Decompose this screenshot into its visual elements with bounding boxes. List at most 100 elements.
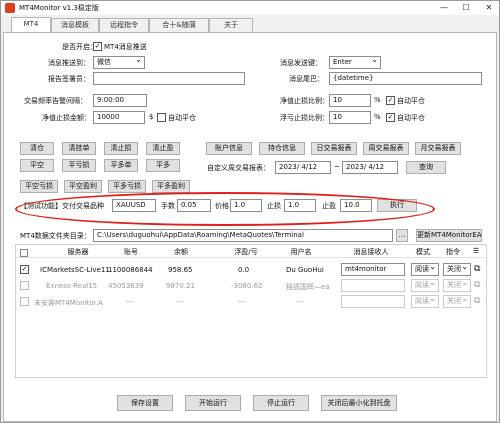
end-date-picker[interactable]: 2023/ 4/12: [342, 161, 398, 174]
net-loss-label: 净值止损金额：: [42, 114, 91, 122]
highlight-ellipse: [15, 192, 435, 226]
row-checkbox[interactable]: [20, 281, 29, 290]
data-dir-input[interactable]: C:\Users\duguohui\AppData\Roaming\MetaQu…: [93, 229, 393, 242]
msg-tail-input[interactable]: {datetime}: [329, 72, 482, 85]
net-auto-checkbox[interactable]: [157, 113, 166, 122]
enable-label: 是否开启：: [62, 43, 97, 51]
clear-pending-button[interactable]: 清挂单: [62, 142, 96, 155]
custom-report-label: 自定义周交易报表：: [207, 164, 270, 172]
update-ea-button[interactable]: 更新MT4MonitorEA: [416, 229, 482, 242]
tab-remote-command[interactable]: 远程指令: [99, 18, 149, 32]
cell-user: ---: [296, 298, 304, 306]
col-server: 服务器: [67, 248, 89, 256]
cell-account: 1100086844: [108, 266, 153, 274]
minimize-to-tray-button[interactable]: 关闭后最小化到托盘: [321, 395, 397, 411]
maximize-icon[interactable]: ☐: [459, 1, 473, 15]
mode-select[interactable]: 阅读: [411, 277, 439, 292]
net-loss-unit: $: [149, 113, 154, 121]
close-all-button[interactable]: 清仓: [20, 142, 54, 155]
cell-user: Du GuoHui: [286, 266, 324, 274]
receiver-input[interactable]: mt4monitor: [341, 263, 405, 276]
data-dir-label: MT4数据文件夹目录：: [20, 232, 91, 240]
msg-tail-label: 消息尾巴：: [289, 75, 324, 83]
col-pnl: 浮盈/亏: [234, 248, 258, 256]
row-edit-icon[interactable]: ⧉: [474, 296, 480, 306]
cell-balance: 9870.21: [166, 282, 195, 290]
close-loss-button[interactable]: 平亏损: [62, 159, 96, 172]
close-icon[interactable]: ✕: [482, 1, 496, 15]
enable-checkbox[interactable]: ✓: [93, 42, 102, 51]
close-long-loss-button[interactable]: 平多亏损: [108, 180, 146, 193]
tab-mt4[interactable]: MT4: [11, 17, 51, 33]
close-long-button[interactable]: 平多: [146, 159, 180, 172]
tab-message-template[interactable]: 消息模板: [51, 18, 99, 32]
weekly-report-button[interactable]: 周交易报表: [363, 142, 409, 155]
receiver-input[interactable]: [341, 279, 405, 292]
row-edit-icon[interactable]: ⧉: [474, 264, 480, 274]
net-auto-label: 自动平仓: [168, 114, 196, 122]
close-long-orders-button[interactable]: 平多单: [104, 159, 138, 172]
col-command: 指令: [446, 248, 460, 256]
close-short-profit-button[interactable]: 平空盈利: [64, 180, 102, 193]
monthly-report-button[interactable]: 月交易报表: [415, 142, 461, 155]
minimize-icon[interactable]: —: [437, 1, 451, 15]
row-edit-icon[interactable]: ⧉: [474, 280, 480, 290]
browse-folder-button[interactable]: ...: [396, 229, 408, 242]
account-info-button[interactable]: 账户信息: [206, 142, 252, 155]
float-auto-checkbox[interactable]: ✓: [386, 113, 395, 122]
title-bar[interactable]: MT4Monitor v1.3稳定版 — ☐ ✕: [1, 1, 499, 15]
select-all-checkbox[interactable]: [20, 249, 28, 257]
float-loss-label: 浮亏止损比例：: [280, 114, 329, 122]
loss-ratio-input[interactable]: 10: [329, 94, 371, 107]
stop-button[interactable]: 停止运行: [253, 395, 309, 411]
close-long-profit-button[interactable]: 平多盈利: [152, 180, 190, 193]
col-username: 用户名: [290, 248, 312, 256]
row-checkbox[interactable]: ✓: [20, 265, 29, 274]
date-separator: ~: [334, 163, 340, 171]
loss-ratio-label: 净值止损比例：: [280, 97, 329, 105]
float-loss-input[interactable]: 10: [329, 111, 371, 124]
mode-select[interactable]: 阅读: [411, 293, 439, 308]
clear-sl-button[interactable]: 清止损: [104, 142, 138, 155]
query-button[interactable]: 查询: [406, 161, 446, 174]
col-balance: 余额: [174, 248, 188, 256]
col-receiver: 消息接收人: [353, 248, 389, 256]
clear-tp-button[interactable]: 清止盈: [146, 142, 180, 155]
cell-balance: ---: [176, 298, 184, 306]
float-auto-label: 自动平仓: [397, 114, 425, 122]
daily-report-button[interactable]: 日交易报表: [311, 142, 357, 155]
command-select[interactable]: 关闭: [443, 261, 471, 276]
push-channel-label: 消息推送到：: [48, 59, 90, 67]
sender-input[interactable]: [93, 72, 245, 85]
start-button[interactable]: 开始运行: [185, 395, 241, 411]
col-account: 账号: [124, 248, 138, 256]
window-title: MT4Monitor v1.3稳定版: [19, 4, 99, 12]
send-method-select[interactable]: Enter: [329, 54, 381, 69]
table-settings-icon[interactable]: ☰: [471, 247, 481, 255]
mode-select[interactable]: 阅读: [411, 261, 439, 276]
start-date-picker[interactable]: 2023/ 4/12: [275, 161, 331, 174]
cell-account: ---: [126, 298, 134, 306]
position-info-button[interactable]: 持仓信息: [259, 142, 305, 155]
command-select[interactable]: 关闭: [443, 293, 471, 308]
float-loss-unit: %: [374, 113, 381, 121]
col-mode: 模式: [416, 248, 430, 256]
receiver-input[interactable]: [341, 295, 405, 308]
app-logo-icon: [5, 3, 15, 13]
command-select[interactable]: 关闭: [443, 277, 471, 292]
cell-balance: 958.65: [168, 266, 193, 274]
cell-account: 45053839: [108, 282, 144, 290]
push-channel-select[interactable]: 微信: [93, 54, 145, 69]
interval-input[interactable]: 9:00:00: [93, 94, 147, 107]
tab-cooperation[interactable]: 合十&随蒲: [149, 18, 209, 32]
loss-auto-checkbox[interactable]: ✓: [386, 96, 395, 105]
send-method-label: 消息发送键：: [280, 59, 322, 67]
tab-about[interactable]: 关于: [209, 18, 253, 32]
close-short-loss-button[interactable]: 平空亏损: [20, 180, 58, 193]
save-settings-button[interactable]: 保存设置: [117, 395, 173, 411]
loss-auto-label: 自动平仓: [397, 97, 425, 105]
cell-pnl: 0.0: [238, 266, 250, 274]
row-checkbox[interactable]: [20, 297, 29, 306]
net-loss-input[interactable]: 10000: [93, 111, 145, 124]
close-short-button[interactable]: 平空: [20, 159, 54, 172]
